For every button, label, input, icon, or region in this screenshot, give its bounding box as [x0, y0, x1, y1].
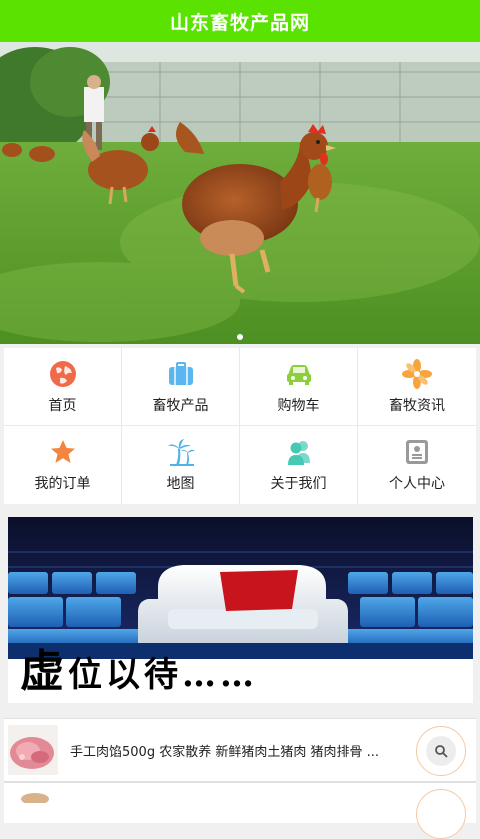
- product-list-item[interactable]: 手工肉馅500g 农家散养 新鲜猪肉土猪肉 猪肉排骨 ...: [4, 718, 476, 782]
- page-title: 山东畜牧产品网: [169, 11, 310, 34]
- app-header: 山东畜牧产品网: [0, 0, 480, 42]
- people-icon: [287, 441, 310, 465]
- carousel-dots: [0, 334, 480, 340]
- carousel-dot-active[interactable]: [237, 334, 243, 340]
- menu-label-profile: 个人中心: [389, 476, 445, 492]
- menu-label-map: 地图: [166, 476, 195, 492]
- main-menu-grid: 首页 畜牧产品 购物车 畜牧资讯 我的订单 地图 关于我们 个人中心: [4, 348, 476, 504]
- menu-item-cart[interactable]: 购物车: [240, 348, 358, 426]
- palm-tree-icon: [167, 439, 195, 466]
- product-search-button-partial[interactable]: [416, 789, 466, 839]
- menu-label-home: 首页: [48, 397, 77, 414]
- banner-carousel[interactable]: [0, 42, 480, 344]
- car-icon: [286, 364, 311, 385]
- search-icon: [435, 745, 448, 758]
- menu-item-orders[interactable]: 我的订单: [4, 426, 122, 504]
- star-icon: [50, 440, 75, 463]
- product-title: 手工肉馅500g 农家散养 新鲜猪肉土猪肉 猪肉排骨 ...: [70, 744, 379, 760]
- ad-banner[interactable]: 虚位以待……: [8, 517, 473, 703]
- menu-item-news[interactable]: 畜牧资讯: [358, 348, 476, 426]
- id-card-icon: [406, 440, 428, 464]
- menu-item-products[interactable]: 畜牧产品: [122, 348, 240, 426]
- menu-label-about: 关于我们: [270, 476, 327, 492]
- menu-item-map[interactable]: 地图: [122, 426, 240, 504]
- menu-item-home[interactable]: 首页: [4, 348, 122, 426]
- banner-image: [0, 42, 480, 344]
- product-search-button[interactable]: [416, 726, 466, 776]
- menu-label-orders: 我的订单: [34, 476, 91, 492]
- product-thumbnail-partial: [21, 793, 49, 803]
- menu-label-products: 畜牧产品: [152, 397, 209, 414]
- menu-label-cart: 购物车: [277, 397, 320, 414]
- ad-caption-rest: 位以待……: [68, 655, 258, 695]
- globe-icon: [49, 360, 76, 387]
- ad-caption: 虚位以待……: [20, 635, 258, 699]
- flower-icon: [402, 358, 432, 389]
- product-list-item-partial[interactable]: [4, 782, 476, 839]
- ad-caption-big: 虚: [20, 646, 68, 697]
- menu-item-profile[interactable]: 个人中心: [358, 426, 476, 504]
- product-thumbnail: [8, 725, 58, 775]
- menu-item-about[interactable]: 关于我们: [240, 426, 358, 504]
- menu-label-news: 畜牧资讯: [389, 397, 445, 414]
- suitcase-icon: [168, 361, 193, 385]
